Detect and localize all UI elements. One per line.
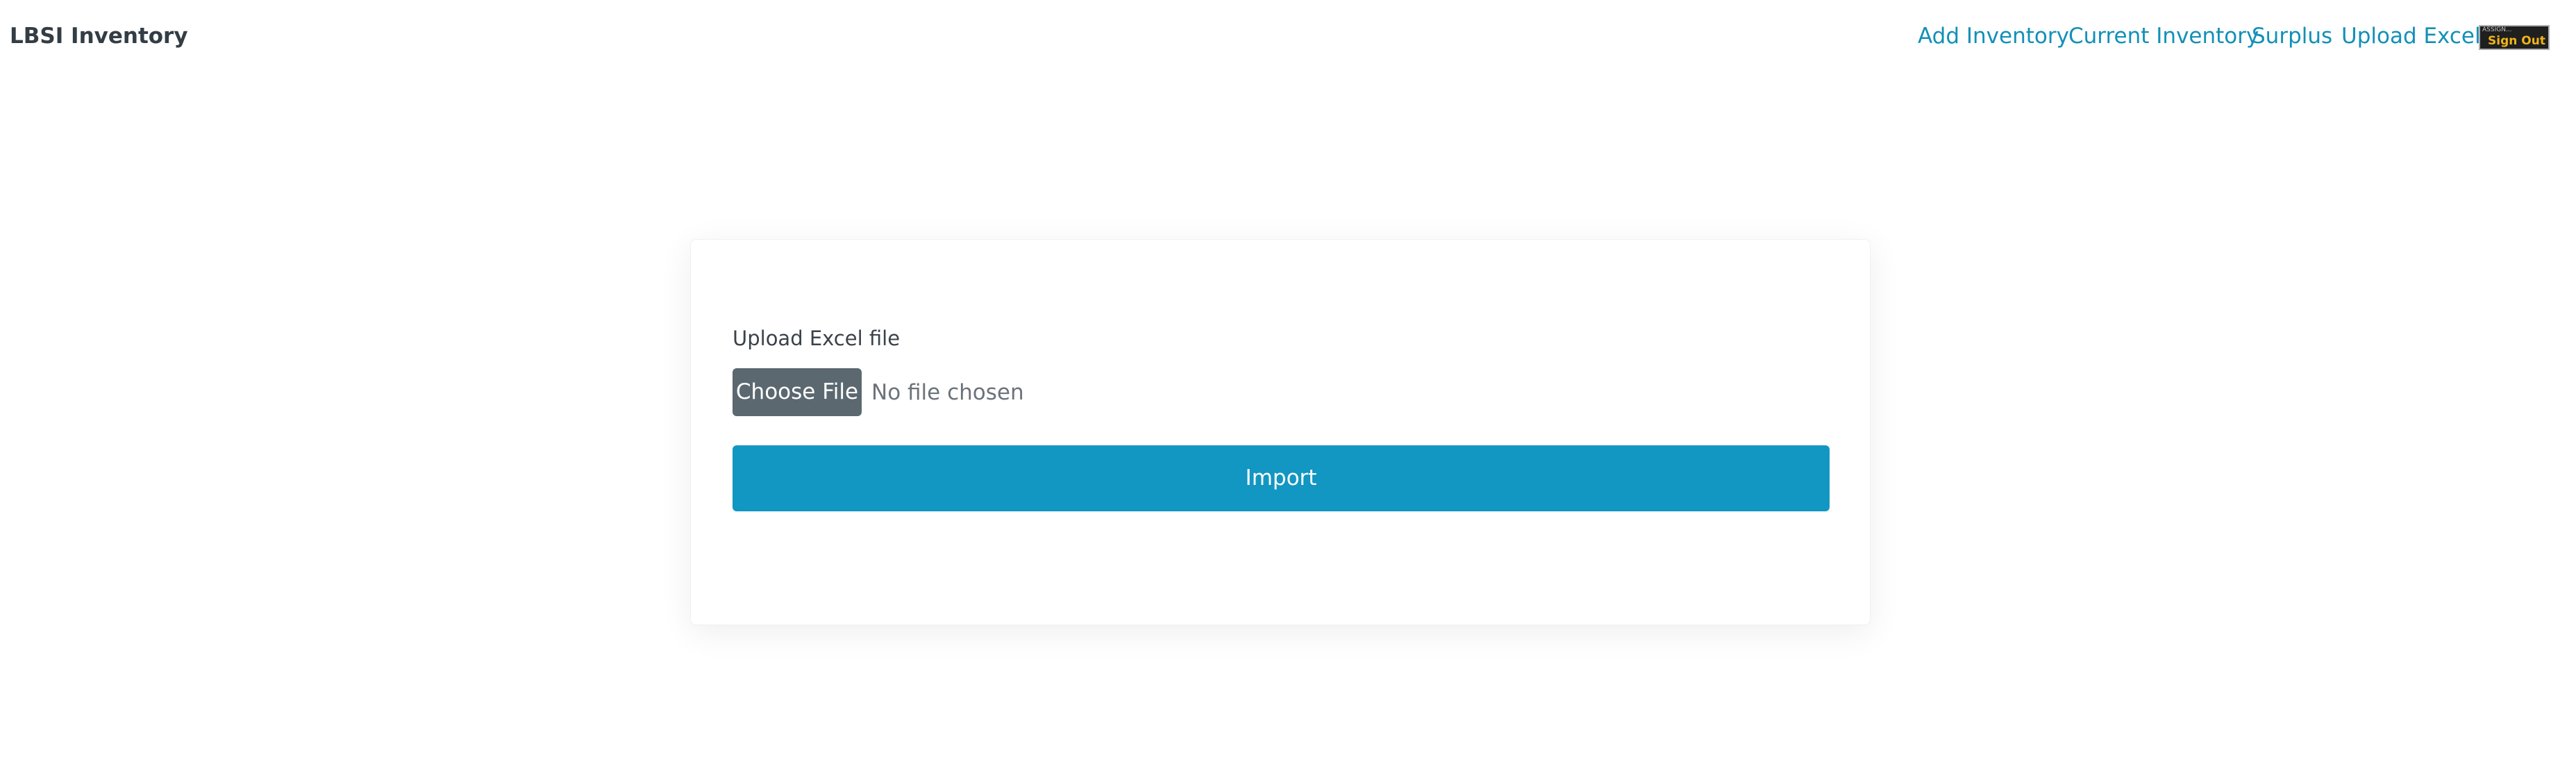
upload-card: Upload Excel file Choose File No file ch…: [690, 239, 1871, 625]
nav-link-upload-excel[interactable]: Upload Excel: [2341, 22, 2481, 50]
import-button[interactable]: Import: [733, 445, 1830, 511]
upload-excel-label: Upload Excel file: [733, 327, 901, 350]
brand-logo-text[interactable]: LBSI Inventory: [10, 22, 188, 50]
nav-link-add-inventory[interactable]: Add Inventory: [1918, 22, 2069, 50]
sign-out-label: Sign Out: [2488, 34, 2545, 48]
nav-link-surplus[interactable]: Surplus: [2252, 22, 2332, 50]
sign-out-caption: ASSIGN...: [2482, 26, 2512, 33]
nav-link-current-inventory[interactable]: Current Inventory: [2068, 22, 2259, 50]
choose-file-button[interactable]: Choose File: [733, 368, 862, 416]
navbar: LBSI Inventory Add Inventory Current Inv…: [0, 0, 2576, 72]
sign-out-button[interactable]: ASSIGN... Sign Out: [2479, 25, 2550, 50]
file-status-text: No file chosen: [871, 380, 1024, 405]
